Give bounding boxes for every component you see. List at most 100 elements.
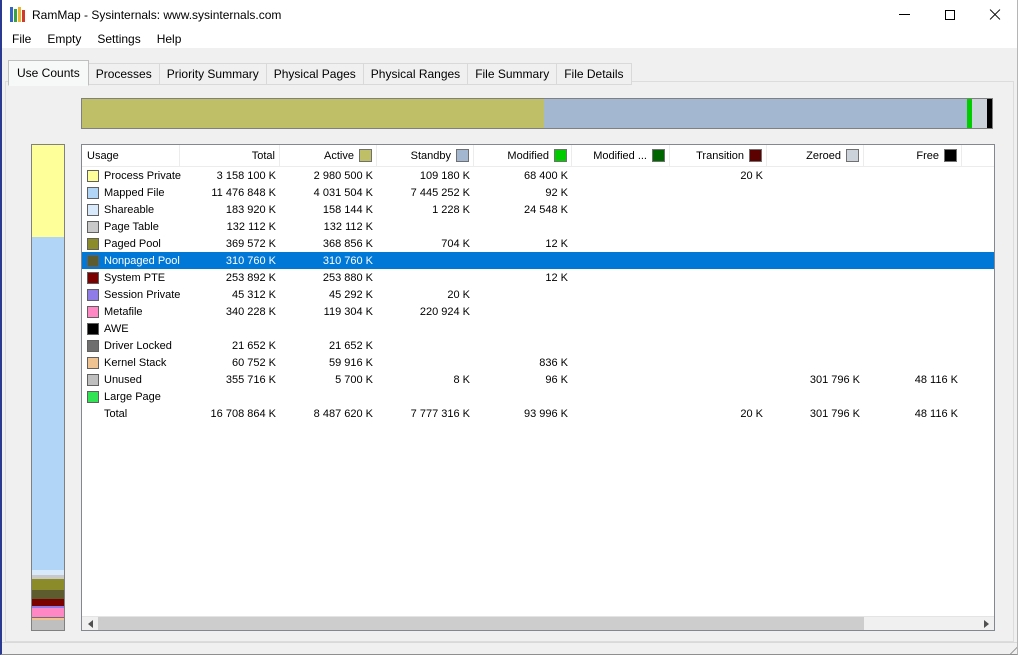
- column-header-total[interactable]: Total: [180, 145, 280, 166]
- value-cell: 5 700 K: [335, 373, 373, 386]
- menu-item-help[interactable]: Help: [149, 30, 190, 48]
- resize-grip[interactable]: [1005, 642, 1017, 654]
- close-icon: [989, 9, 1001, 21]
- column-header-modified[interactable]: Modified: [474, 145, 572, 166]
- value-cell: 20 K: [447, 288, 470, 301]
- rammap-app-icon: [10, 7, 25, 22]
- table-row-large-page[interactable]: Large Page: [82, 388, 994, 405]
- table-row-unused[interactable]: Unused 355 716 K 5 700 K 8 K 96 K 301 796 K 48…: [82, 371, 994, 388]
- tab-priority-summary[interactable]: Priority Summary: [159, 63, 267, 85]
- column-header-transition[interactable]: Transition: [670, 145, 767, 166]
- table-row-total[interactable]: Total 16 708 864 K 8 487 620 K 7 777 316 K 9…: [82, 405, 994, 422]
- top-bar-segment-free: [987, 99, 992, 128]
- value-cell: 11 476 848 K: [211, 186, 276, 199]
- column-header-zeroed[interactable]: Zeroed: [767, 145, 864, 166]
- table-row-metafile[interactable]: Metafile 340 228 K 119 304 K 220 924 K: [82, 303, 994, 320]
- top-bar-segment-zeroed: [971, 99, 988, 128]
- table-row-paged-pool[interactable]: Paged Pool 369 572 K 368 856 K 704 K 12 K: [82, 235, 994, 252]
- usage-label: AWE: [104, 322, 129, 335]
- column-header-standby[interactable]: Standby: [377, 145, 474, 166]
- value-cell: 368 856 K: [322, 237, 373, 250]
- system-pte-swatch: [87, 271, 99, 284]
- usage-cell: Session Private: [82, 288, 180, 301]
- value-cell: 340 228 K: [225, 305, 276, 318]
- value-cell: 836 K: [539, 356, 568, 369]
- zeroed-swatch: [846, 149, 859, 162]
- left-bar-segment-process-private: [32, 145, 64, 237]
- column-header-active[interactable]: Active: [280, 145, 377, 166]
- value-cell: 8 487 620 K: [313, 407, 373, 420]
- standby-swatch: [456, 149, 469, 162]
- maximize-button[interactable]: [927, 0, 972, 29]
- table-row-mapped-file[interactable]: Mapped File 11 476 848 K 4 031 504 K 7 445 …: [82, 184, 994, 201]
- tab-use-counts[interactable]: Use Counts: [8, 60, 89, 86]
- large-page-swatch: [87, 390, 99, 403]
- tab-physical-ranges[interactable]: Physical Ranges: [363, 63, 469, 85]
- table-row-driver-locked[interactable]: Driver Locked 21 652 K 21 652 K: [82, 337, 994, 354]
- scroll-left-button[interactable]: [82, 617, 98, 630]
- usage-label: Metafile: [104, 305, 143, 318]
- value-cell: 3 158 100 K: [216, 169, 276, 182]
- use-counts-panel: Usage Total Active Standby Modified Modified …: [5, 81, 1014, 642]
- usage-label: Page Table: [104, 220, 159, 233]
- table-row-process-private[interactable]: Process Private 3 158 100 K 2 980 500 K 109…: [82, 167, 994, 184]
- table-row-page-table[interactable]: Page Table 132 112 K 132 112 K: [82, 218, 994, 235]
- usage-label: Mapped File: [104, 186, 165, 199]
- usage-cell: AWE: [82, 322, 180, 335]
- value-cell: 4 031 504 K: [313, 186, 373, 199]
- usage-type-bar: [31, 144, 65, 631]
- value-cell: 59 916 K: [328, 356, 373, 369]
- title-bar[interactable]: RamMap - Sysinternals: www.sysinternals.…: [2, 0, 1017, 29]
- value-cell: 2 980 500 K: [313, 169, 373, 182]
- table-row-shareable[interactable]: Shareable 183 920 K 158 144 K 1 228 K 24 548…: [82, 201, 994, 218]
- table-row-session-private[interactable]: Session Private 45 312 K 45 292 K 20 K: [82, 286, 994, 303]
- value-cell: 310 760 K: [225, 254, 276, 267]
- scrollbar-track[interactable]: [98, 617, 978, 630]
- table-row-nonpaged-pool[interactable]: Nonpaged Pool 310 760 K 310 760 K: [82, 252, 994, 269]
- column-header-usage[interactable]: Usage: [82, 145, 180, 166]
- menu-item-file[interactable]: File: [4, 30, 39, 48]
- column-label-free: Free: [916, 149, 939, 162]
- value-cell: 158 144 K: [322, 203, 373, 216]
- top-bar-segment-standby: [544, 99, 967, 128]
- minimize-icon: [899, 14, 910, 15]
- menu-item-empty[interactable]: Empty: [39, 30, 89, 48]
- column-header-free[interactable]: Free: [864, 145, 962, 166]
- driver-locked-swatch: [87, 339, 99, 352]
- value-cell: 92 K: [545, 186, 568, 199]
- menu-item-settings[interactable]: Settings: [89, 30, 148, 48]
- arrow-left-icon: [87, 619, 93, 628]
- tab-file-summary[interactable]: File Summary: [468, 63, 558, 85]
- value-cell: 7 445 252 K: [410, 186, 470, 199]
- usage-cell: Process Private: [82, 169, 181, 182]
- scrollbar-thumb[interactable]: [98, 617, 864, 630]
- value-cell: 16 708 864 K: [210, 407, 276, 420]
- column-header-modified-no-write[interactable]: Modified ...: [572, 145, 670, 166]
- tab-physical-pages[interactable]: Physical Pages: [266, 63, 364, 85]
- process-private-swatch: [87, 169, 99, 182]
- usage-label: Driver Locked: [104, 339, 172, 352]
- table-row-awe[interactable]: AWE: [82, 320, 994, 337]
- usage-label: Total: [104, 407, 128, 420]
- left-bar-segment-paged-pool: [32, 579, 64, 590]
- usage-label: System PTE: [104, 271, 166, 284]
- value-cell: 355 716 K: [225, 373, 276, 386]
- horizontal-scrollbar[interactable]: [82, 616, 994, 630]
- minimize-button[interactable]: [882, 0, 927, 29]
- table-row-kernel-stack[interactable]: Kernel Stack 60 752 K 59 916 K 836 K: [82, 354, 994, 371]
- scroll-right-button[interactable]: [978, 617, 994, 630]
- close-button[interactable]: [972, 0, 1017, 29]
- value-cell: 132 112 K: [323, 220, 373, 233]
- tab-strip: Use Counts Processes Priority Summary Physi…: [8, 60, 632, 86]
- status-bar: [2, 642, 1017, 654]
- table-row-system-pte[interactable]: System PTE 253 892 K 253 880 K 12 K: [82, 269, 994, 286]
- value-cell: 183 920 K: [225, 203, 276, 216]
- active-swatch: [359, 149, 372, 162]
- tab-processes[interactable]: Processes: [88, 63, 160, 85]
- usage-cell: Large Page: [82, 390, 180, 403]
- tab-file-details[interactable]: File Details: [557, 63, 632, 85]
- window-controls: [882, 0, 1017, 29]
- usage-cell: Shareable: [82, 203, 180, 216]
- column-label-active: Active: [324, 149, 354, 162]
- usage-table: Usage Total Active Standby Modified Modified …: [81, 144, 995, 631]
